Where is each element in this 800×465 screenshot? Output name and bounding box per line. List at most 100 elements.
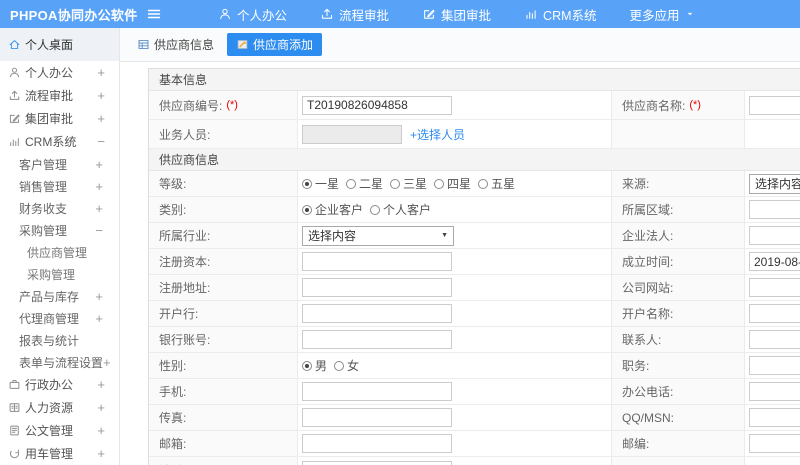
text-input[interactable] xyxy=(749,304,800,323)
form-row: 业务人员: +选择人员 xyxy=(149,120,800,149)
text-input[interactable] xyxy=(749,95,800,115)
text-input[interactable] xyxy=(749,200,800,219)
text-input[interactable] xyxy=(302,434,452,453)
field-cell xyxy=(298,275,612,300)
field-cell xyxy=(298,457,612,465)
text-input[interactable] xyxy=(749,408,800,427)
field-cell: 一星 二星 三星 四星 五星 xyxy=(298,171,612,196)
text-input[interactable] xyxy=(302,408,452,427)
text-input[interactable] xyxy=(302,304,452,323)
select-dropdown[interactable]: 选择内容▼ xyxy=(749,173,800,194)
document-icon xyxy=(8,424,21,437)
field-label: 注册资本: xyxy=(149,249,298,274)
text-input[interactable] xyxy=(302,278,452,297)
field-cell xyxy=(298,301,612,326)
topnav-label: 流程审批 xyxy=(339,8,390,23)
field-cell xyxy=(298,431,612,456)
radio-option[interactable]: 三星 xyxy=(390,175,427,192)
field-label-text: 性别: xyxy=(159,359,187,373)
text-input[interactable] xyxy=(749,356,800,375)
sidebar-item[interactable]: 公文管理 + xyxy=(0,419,119,442)
field-label: 开户行: xyxy=(149,301,298,326)
sidebar-item-label: 销售管理 xyxy=(19,179,68,194)
field-cell xyxy=(745,353,800,378)
text-input[interactable] xyxy=(302,330,452,349)
topnav-item[interactable]: 个人办公 xyxy=(218,5,287,24)
topnav-label: 更多应用 xyxy=(629,8,680,23)
sidebar-item[interactable]: 财务收支 + xyxy=(0,197,119,219)
text-input[interactable] xyxy=(749,382,800,401)
sidebar-item[interactable]: 采购管理 xyxy=(0,263,119,285)
sidebar-item[interactable]: 个人桌面 xyxy=(0,28,119,61)
sidebar-item[interactable]: 用车管理 + xyxy=(0,442,119,465)
text-input[interactable] xyxy=(749,226,800,245)
section-header: 供应商信息 xyxy=(149,149,800,171)
sidebar-item[interactable]: 销售管理 + xyxy=(0,175,119,197)
field-label: 银行账号: xyxy=(149,327,298,352)
person-picker-input[interactable] xyxy=(302,124,402,144)
radio-option[interactable]: 个人客户 xyxy=(370,201,431,218)
expand-toggle-icon: + xyxy=(97,88,105,103)
tab-supplier-info[interactable]: 供应商信息 xyxy=(132,33,219,56)
text-input[interactable] xyxy=(749,252,800,271)
sidebar-item[interactable]: 集团审批 + xyxy=(0,107,119,130)
sidebar-item[interactable]: 个人办公 + xyxy=(0,61,119,84)
sidebar-item[interactable]: 采购管理 − xyxy=(0,219,119,241)
sidebar-item[interactable]: 代理商管理 + xyxy=(0,307,119,329)
field-cell xyxy=(298,405,612,430)
topnav-item[interactable]: 流程审批 xyxy=(320,5,389,24)
radio-option[interactable]: 四星 xyxy=(434,175,471,192)
field-label: 类别: xyxy=(149,197,298,222)
sidebar-item[interactable]: 产品与库存 + xyxy=(0,285,119,307)
topnav-item[interactable]: 集团审批 xyxy=(422,5,491,24)
topnav-label: 个人办公 xyxy=(237,8,288,23)
field-cell: 选择内容▼ xyxy=(745,171,800,196)
field-cell xyxy=(745,431,800,456)
field-cell xyxy=(298,327,612,352)
sidebar-item[interactable]: 供应商管理 xyxy=(0,241,119,263)
text-input[interactable] xyxy=(302,460,452,465)
text-input[interactable] xyxy=(749,278,800,297)
group-approval-icon xyxy=(8,112,21,125)
hamburger-menu-icon[interactable] xyxy=(146,6,162,22)
sidebar-item[interactable]: 客户管理 + xyxy=(0,153,119,175)
sidebar-item[interactable]: 报表与统计 xyxy=(0,329,119,351)
field-label: 来源: xyxy=(612,171,745,196)
radio-option[interactable]: 二星 xyxy=(346,175,383,192)
sidebar-item-label: 产品与库存 xyxy=(19,289,80,304)
sidebar-item[interactable]: 行政办公 + xyxy=(0,373,119,396)
radio-option[interactable]: 五星 xyxy=(478,175,515,192)
radio-option[interactable]: 企业客户 xyxy=(302,201,363,218)
sidebar-item[interactable]: 流程审批 + xyxy=(0,84,119,107)
radio-icon xyxy=(370,204,381,215)
radio-label: 企业客户 xyxy=(315,203,364,217)
tab-supplier-add[interactable]: 供应商添加 xyxy=(227,33,323,56)
choose-person-link[interactable]: +选择人员 xyxy=(410,126,465,143)
radio-option[interactable]: 男 xyxy=(302,357,327,374)
radio-label: 五星 xyxy=(491,177,516,191)
field-label: 成立时间: xyxy=(612,249,745,274)
field-cell xyxy=(298,379,612,404)
field-cell xyxy=(745,327,800,352)
radio-option[interactable]: 女 xyxy=(334,357,359,374)
radio-label: 三星 xyxy=(403,177,428,191)
sidebar-item[interactable]: 表单与流程设置 + xyxy=(0,351,119,373)
topnav-item[interactable]: 更多应用 xyxy=(630,5,695,24)
text-input[interactable] xyxy=(302,95,452,115)
field-cell: +选择人员 xyxy=(298,120,612,148)
tab-label: 供应商信息 xyxy=(154,38,215,52)
text-input[interactable] xyxy=(302,252,452,271)
group-approval-icon xyxy=(422,7,436,21)
text-input[interactable] xyxy=(302,382,452,401)
topnav-item[interactable]: CRM系统 xyxy=(524,5,597,24)
sidebar-item[interactable]: CRM系统 − xyxy=(0,130,119,153)
field-cell xyxy=(745,249,800,274)
radio-option[interactable]: 一星 xyxy=(302,175,339,192)
sidebar-item[interactable]: 人力资源 + xyxy=(0,396,119,419)
text-input[interactable] xyxy=(749,330,800,349)
select-dropdown[interactable]: 选择内容▼ xyxy=(302,225,454,246)
radio-icon xyxy=(302,204,312,215)
text-input[interactable] xyxy=(749,434,800,453)
field-label: 注册地址: xyxy=(149,275,298,300)
field-label: 所属区域: xyxy=(612,197,745,222)
